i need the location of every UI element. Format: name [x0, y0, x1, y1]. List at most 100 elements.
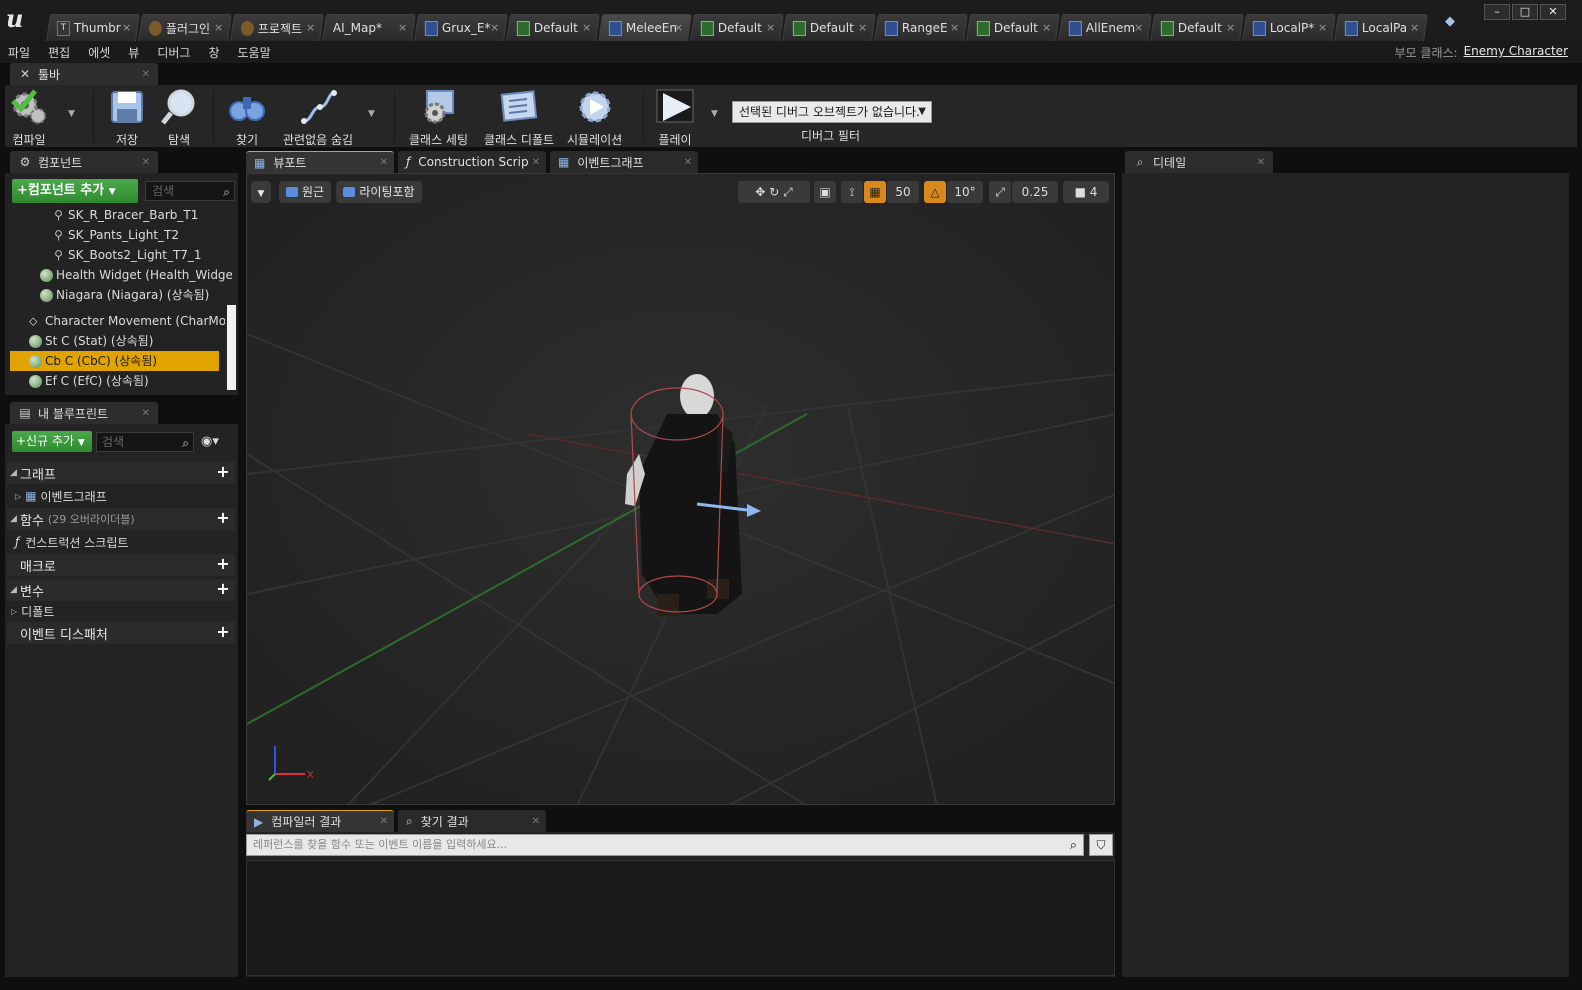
doc-tab[interactable]: Default × [690, 14, 784, 41]
close-icon[interactable]: ✕ [1257, 157, 1265, 168]
close-icon[interactable]: ✕ [380, 157, 388, 168]
simulation-button[interactable]: 시뮬레이션 [567, 85, 622, 147]
close-icon[interactable]: × [1226, 21, 1235, 34]
browse-button[interactable]: 탐색 [159, 85, 199, 147]
learn-icon[interactable]: ◆ [1445, 14, 1461, 29]
close-icon[interactable]: ✕ [684, 157, 692, 168]
doc-tab[interactable]: RangeE × [874, 14, 968, 41]
class-defaults-button[interactable]: 클래스 디폴트 [484, 85, 554, 147]
close-icon[interactable]: × [950, 21, 959, 34]
doc-tab[interactable]: Default × [782, 14, 876, 41]
doc-tab[interactable]: 프로젝트 × [230, 14, 324, 41]
tab-viewport[interactable]: ▦ 뷰포트 ✕ [246, 151, 394, 173]
tab-construction-script[interactable]: ƒ Construction Scrip ✕ [398, 151, 546, 173]
component-item[interactable]: ⚲ SK_Boots2_Light_T7_1 [52, 245, 232, 265]
reference-search-input[interactable]: 레퍼런스를 찾을 함수 또는 이벤트 이름을 입력하세요... ⌕ [246, 834, 1084, 856]
transform-tools[interactable]: ✥ ↻ ⤢ [738, 181, 810, 203]
save-button[interactable]: 저장 [107, 85, 147, 147]
close-icon[interactable]: × [306, 21, 315, 34]
add-new-button[interactable]: +신규 추가 ▼ [12, 431, 92, 452]
menu-edit[interactable]: 편집 [48, 44, 70, 61]
scale-snap-value[interactable]: 0.25 [1012, 181, 1058, 203]
doc-tab[interactable]: Default × [1150, 14, 1244, 41]
event-dispatchers-category[interactable]: 이벤트 디스패처 + [7, 622, 235, 644]
close-button[interactable]: ✕ [1540, 4, 1566, 20]
close-icon[interactable]: ✕ [142, 408, 150, 419]
compile-button[interactable]: 컴파일 [9, 85, 49, 147]
components-panel-tab[interactable]: ⚙ 컴포넌트 ✕ [10, 151, 158, 173]
hide-unrelated-button[interactable]: 관련없음 숨김 [283, 85, 353, 147]
component-item[interactable]: St C (Stat) (상속됨) [29, 331, 225, 351]
close-icon[interactable]: × [1134, 21, 1143, 34]
macros-category[interactable]: 매크로 + [7, 554, 235, 576]
play-options-dropdown[interactable]: ▼ [711, 109, 718, 119]
close-icon[interactable]: × [1410, 21, 1419, 34]
debug-object-select[interactable]: 선택된 디버그 오브젝트가 없습니다. ▼ [732, 101, 932, 123]
eye-icon[interactable]: ◉▾ [201, 434, 219, 449]
class-settings-button[interactable]: 클래스 세팅 [409, 85, 468, 147]
doc-tab[interactable]: AllEnem × [1058, 14, 1152, 41]
menu-view[interactable]: 뷰 [128, 44, 139, 61]
doc-tab[interactable]: Default × [966, 14, 1060, 41]
add-macro-button[interactable]: + [215, 556, 231, 572]
menu-help[interactable]: 도움말 [238, 44, 271, 61]
my-blueprint-panel-tab[interactable]: ▤ 내 블루프린트 ✕ [10, 402, 158, 424]
add-variable-button[interactable]: + [215, 581, 231, 597]
toolbar-panel-tab[interactable]: ✕ 툴바 ✕ [10, 63, 158, 85]
blueprint-search-input[interactable]: 검색 ⌕ [96, 432, 194, 452]
component-item-selected[interactable]: Cb C (CbC) (상속됨) [10, 351, 219, 371]
coordinate-space-button[interactable]: ▣ [814, 181, 836, 203]
tab-find-results[interactable]: ⌕ 찾기 결과 ✕ [398, 810, 546, 832]
component-item[interactable]: Niagara (Niagara) (상속됨) [40, 285, 232, 305]
doc-tab[interactable]: LocalPa × [1334, 14, 1428, 41]
hide-unrelated-dropdown[interactable]: ▼ [368, 109, 375, 119]
event-graph-item[interactable]: ▷ ▦ 이벤트그래프 [7, 485, 235, 507]
doc-tab[interactable]: T Thumbr × [46, 14, 140, 41]
doc-tab-active[interactable]: MeleeEn × [598, 14, 692, 41]
doc-tab[interactable]: 플러그인 × [138, 14, 232, 41]
close-icon[interactable]: × [398, 21, 407, 34]
doc-tab[interactable]: Grux_E* × [414, 14, 508, 41]
close-icon[interactable]: × [490, 21, 499, 34]
menu-file[interactable]: 파일 [8, 44, 30, 61]
play-button[interactable]: 플레이 [655, 85, 695, 147]
compile-options-dropdown[interactable]: ▼ [68, 109, 75, 119]
close-icon[interactable]: × [1042, 21, 1051, 34]
perspective-button[interactable]: 원근 [279, 181, 331, 203]
add-function-button[interactable]: + [215, 510, 231, 526]
grid-snap-value[interactable]: 50 [887, 181, 919, 203]
doc-tab[interactable]: AI_Map* × [322, 14, 416, 41]
construction-script-item[interactable]: ƒ 컨스트럭션 스크립트 [7, 531, 235, 553]
find-in-all-blueprints-button[interactable]: ⛉ [1089, 834, 1113, 856]
close-icon[interactable]: × [214, 21, 223, 34]
component-item[interactable]: Ef C (EfC) (상속됨) [29, 371, 225, 391]
scale-snap-toggle[interactable]: ⤢ [989, 181, 1011, 203]
minimize-button[interactable]: – [1484, 4, 1510, 20]
close-icon[interactable]: ✕ [142, 157, 150, 168]
doc-tab[interactable]: Default × [506, 14, 600, 41]
close-icon[interactable]: × [1318, 21, 1327, 34]
viewport-options-button[interactable]: ▼ [251, 181, 271, 203]
rotation-snap-value[interactable]: 10° [947, 181, 983, 203]
component-item[interactable]: Health Widget (Health_Widget) [40, 265, 232, 285]
menu-debug[interactable]: 디버그 [157, 44, 190, 61]
close-icon[interactable]: ✕ [532, 157, 540, 168]
close-icon[interactable]: × [582, 21, 591, 34]
close-icon[interactable]: × [122, 21, 131, 34]
viewport[interactable]: ▼ 원근 라이팅포함 ✥ ↻ ⤢ ▣ ⟟ ▦ 50 △ 10° ⤢ 0.25 ■… [246, 173, 1115, 805]
components-search-input[interactable]: 검색 ⌕ [145, 181, 235, 201]
functions-category[interactable]: ◢ 함수 (29 오버라이더블) + [7, 508, 235, 530]
component-item[interactable]: ⚲ SK_Pants_Light_T2 [52, 225, 232, 245]
close-icon[interactable]: × [858, 21, 867, 34]
add-graph-button[interactable]: + [215, 464, 231, 480]
components-scrollbar[interactable] [227, 305, 236, 390]
menu-window[interactable]: 창 [208, 44, 219, 61]
rotation-snap-toggle[interactable]: △ [924, 181, 946, 203]
details-panel-tab[interactable]: ⌕ 디테일 ✕ [1125, 151, 1273, 173]
component-item[interactable]: ⬦ Character Movement (CharMove [29, 311, 225, 331]
doc-tab[interactable]: LocalP* × [1242, 14, 1336, 41]
maximize-button[interactable]: □ [1512, 4, 1538, 20]
variables-category[interactable]: ◢ 변수 + [7, 579, 235, 601]
close-icon[interactable]: × [674, 21, 683, 34]
close-icon[interactable]: ✕ [532, 816, 540, 827]
